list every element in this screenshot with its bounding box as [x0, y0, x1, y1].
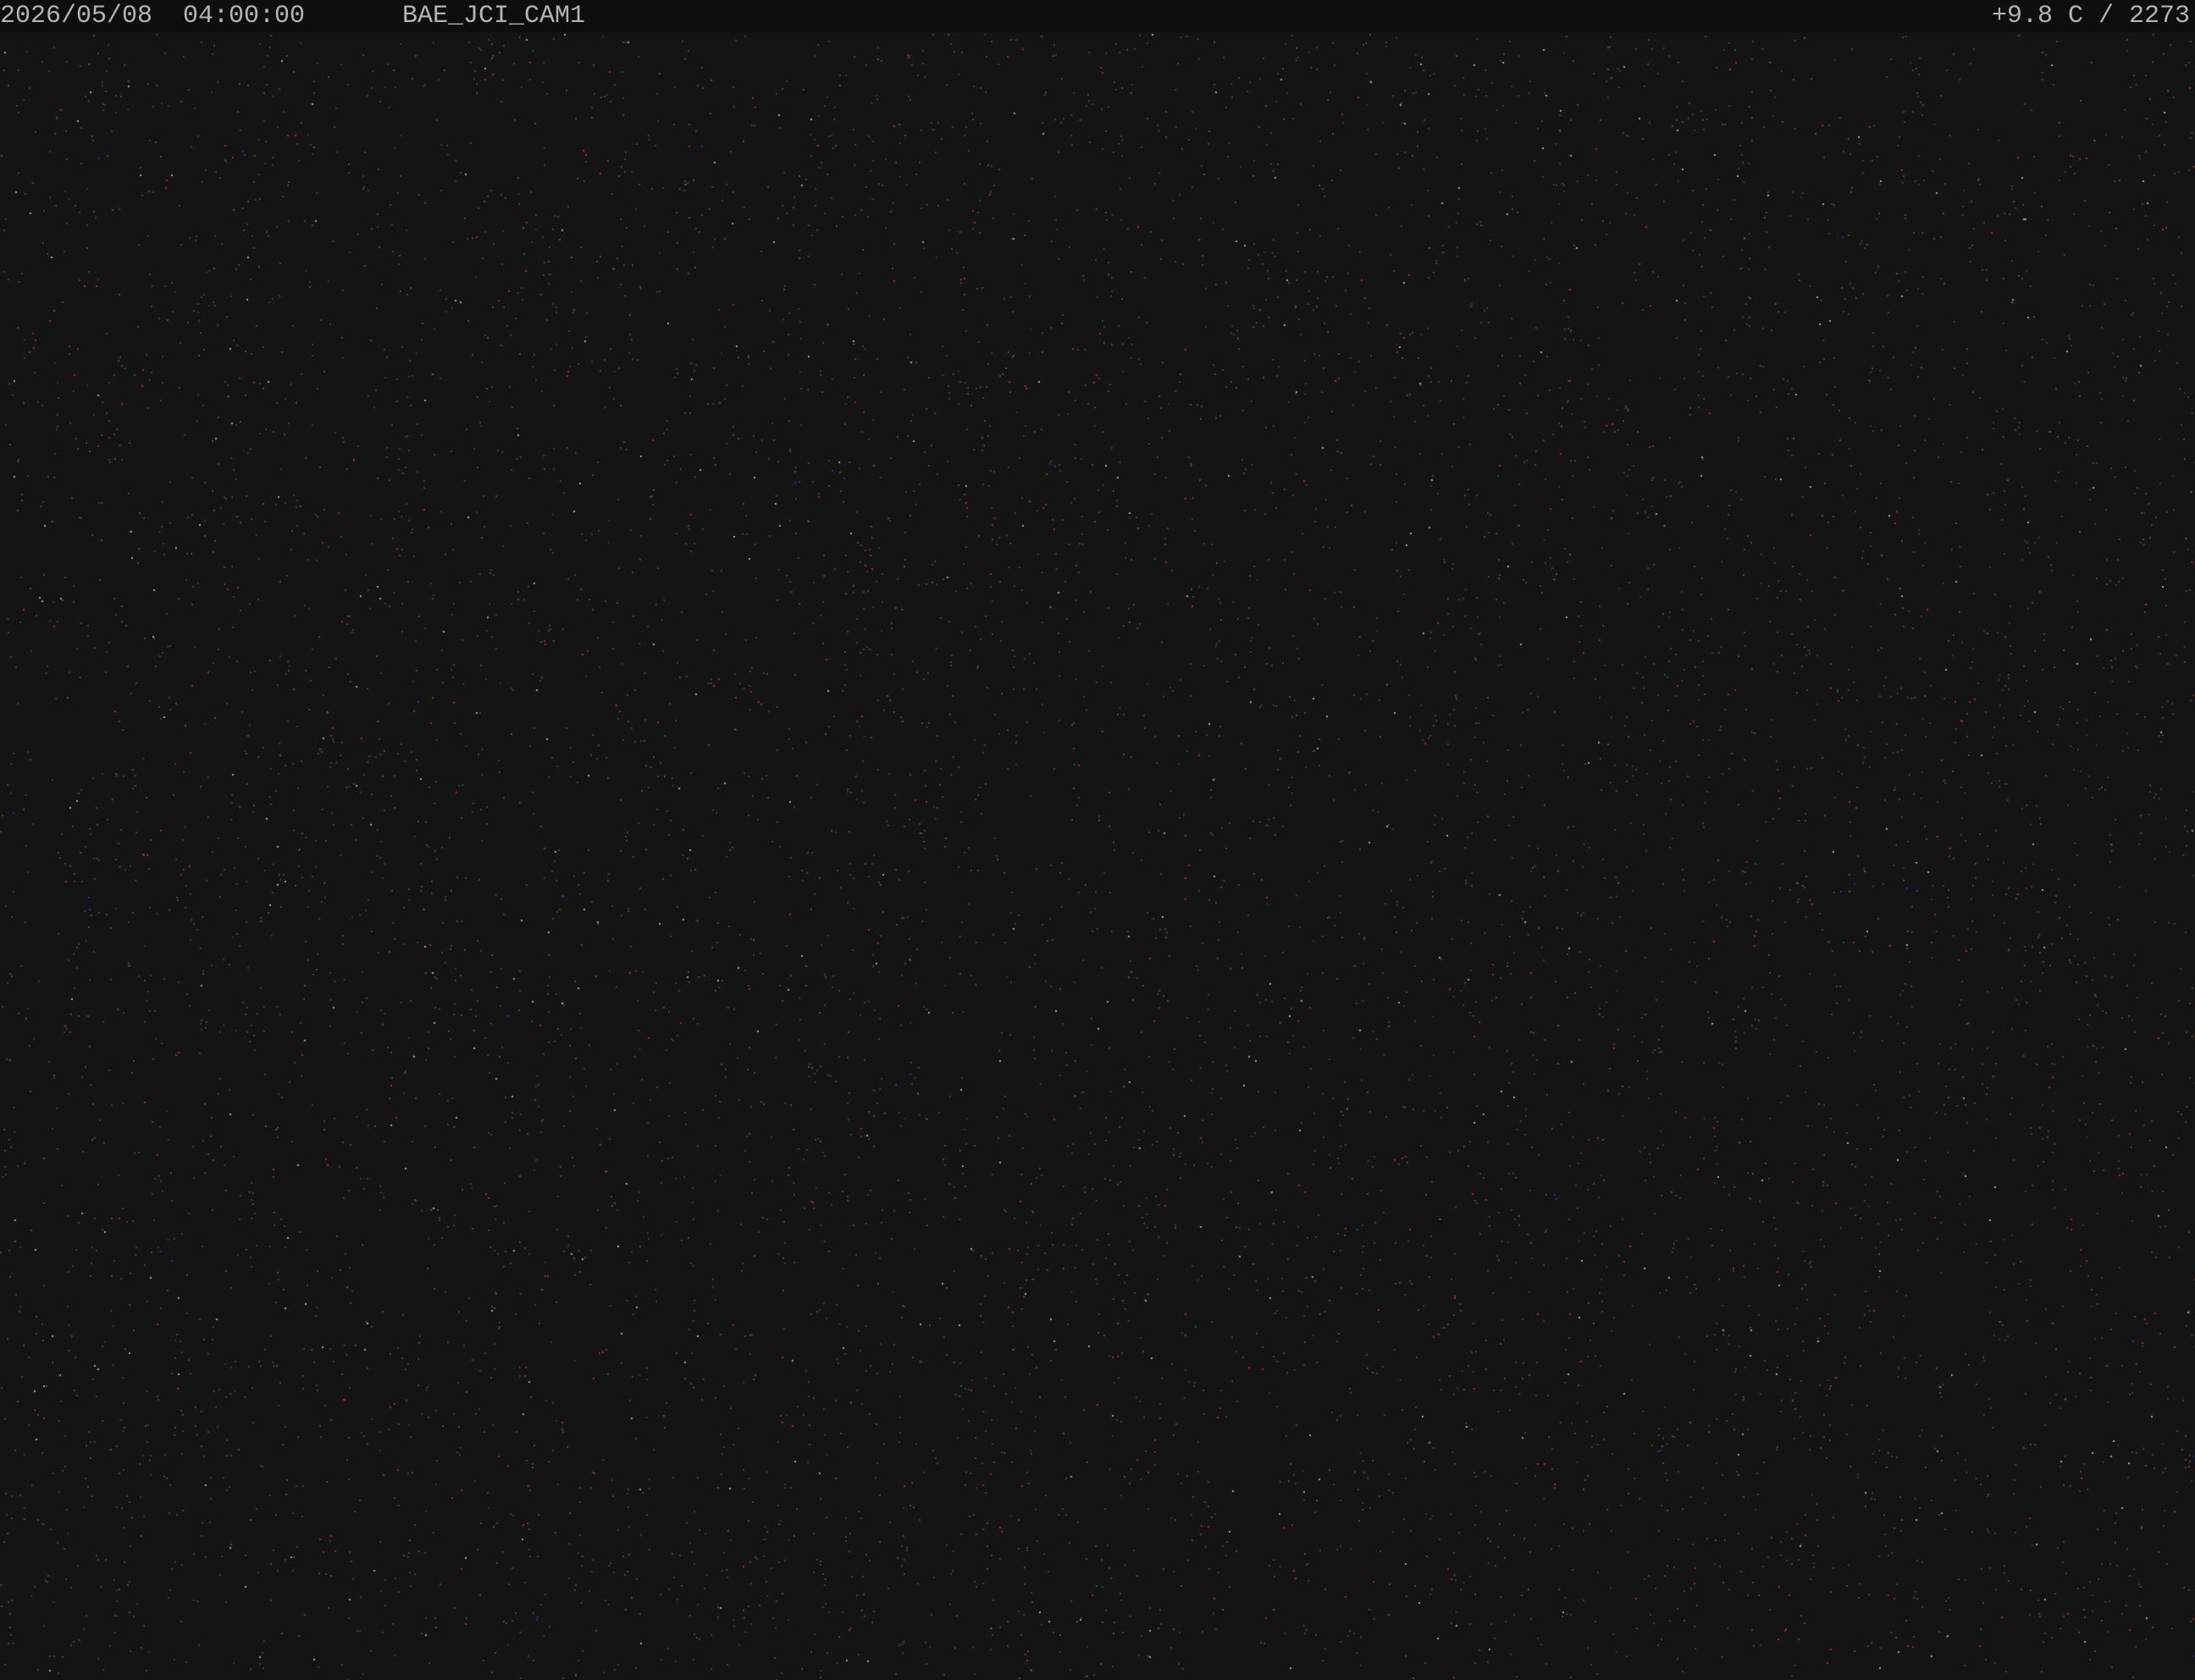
timestamp-label: 2026/05/08 04:00:00	[0, 2, 306, 30]
sensor-noise-image	[0, 0, 2195, 1680]
temperature-readout: +9.8 C / 2273	[1991, 2, 2190, 30]
camera-overlay-bar: 2026/05/08 04:00:00 BAE_JCI_CAM1 +9.8 C …	[0, 0, 2195, 32]
night-sky-camera-frame: 2026/05/08 04:00:00 BAE_JCI_CAM1 +9.8 C …	[0, 0, 2195, 1680]
camera-id-label: BAE_JCI_CAM1	[402, 2, 586, 30]
